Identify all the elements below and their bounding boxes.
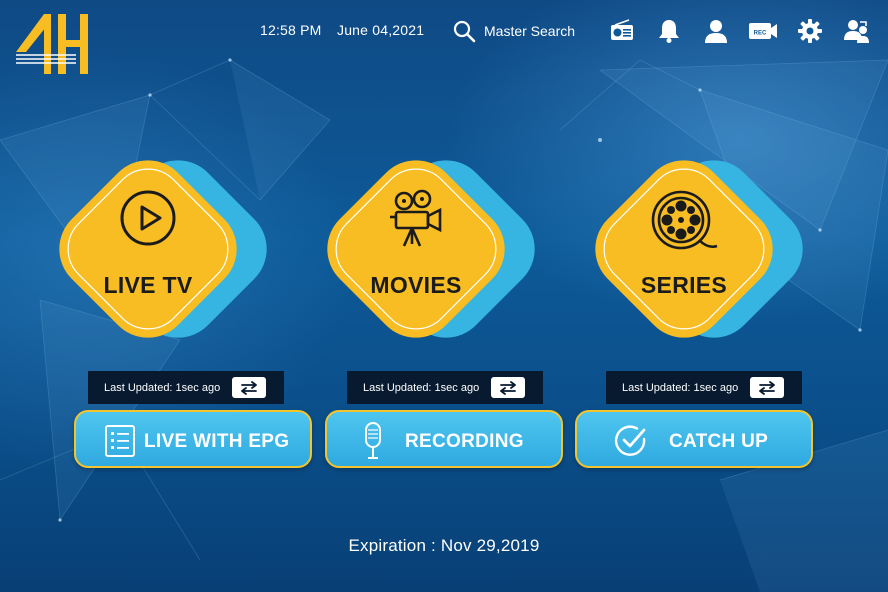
- movies-last-updated: Last Updated: 1sec ago: [363, 381, 480, 394]
- settings-button[interactable]: [796, 17, 824, 45]
- gear-icon: [798, 19, 822, 43]
- notifications-button[interactable]: [655, 17, 683, 45]
- bell-icon: [659, 20, 679, 43]
- series-refresh-button[interactable]: [750, 377, 784, 398]
- switch-user-button[interactable]: [843, 17, 871, 45]
- epg-list-icon: [105, 425, 135, 457]
- refresh-arrows-icon: [500, 380, 516, 395]
- movies-icon-wrap: [316, 188, 516, 248]
- user-icon: [705, 20, 727, 43]
- series-last-updated: Last Updated: 1sec ago: [622, 381, 739, 394]
- catch-up-label: CATCH UP: [669, 431, 769, 452]
- clock-time: 12:58 PM: [260, 22, 322, 38]
- search-icon: [453, 20, 476, 43]
- movies-tile-shape: [327, 160, 535, 338]
- movies-update-bar: Last Updated: 1sec ago: [347, 371, 543, 404]
- check-circle-icon-wrap: [613, 423, 649, 459]
- play-icon: [120, 190, 176, 246]
- switch-user-icon: [844, 20, 869, 43]
- series-tile-shape: [595, 160, 803, 338]
- live-with-epg-label: LIVE WITH EPG: [144, 431, 290, 452]
- refresh-arrows-icon: [241, 380, 257, 395]
- profile-button[interactable]: [702, 17, 730, 45]
- live-tv-last-updated: Last Updated: 1sec ago: [104, 381, 221, 394]
- recording-button[interactable]: RECORDING: [325, 410, 563, 468]
- rec-camera-icon: REC: [749, 23, 777, 39]
- film-reel-icon: [651, 190, 718, 250]
- series-icon-wrap: [584, 188, 784, 254]
- live-tv-tile-shape: [59, 160, 267, 338]
- movies-refresh-button[interactable]: [491, 377, 525, 398]
- movie-camera-icon: [390, 189, 442, 247]
- movies-label: MOVIES: [370, 272, 462, 298]
- catch-up-button[interactable]: CATCH UP: [575, 410, 813, 468]
- rec-badge-text: REC: [754, 31, 767, 37]
- live-tv-label: LIVE TV: [103, 272, 193, 298]
- live-tv-tile[interactable]: LIVE TV: [48, 136, 296, 372]
- recording-label: RECORDING: [405, 431, 524, 452]
- brand-logo: [16, 14, 88, 74]
- live-with-epg-button[interactable]: LIVE WITH EPG: [74, 410, 312, 468]
- current-date: June 04,2021: [337, 22, 425, 38]
- refresh-arrows-icon: [759, 380, 775, 395]
- series-update-bar: Last Updated: 1sec ago: [606, 371, 802, 404]
- record-camera-button[interactable]: REC: [748, 17, 778, 45]
- live-tv-update-bar: Last Updated: 1sec ago: [88, 371, 284, 404]
- check-circle-icon: [614, 425, 646, 456]
- radio-icon: [611, 19, 633, 40]
- master-search-button[interactable]: Master Search: [452, 17, 575, 45]
- live-tv-icon-wrap: [48, 188, 248, 248]
- radio-button[interactable]: [608, 17, 636, 45]
- microphone-icon: [365, 422, 381, 459]
- master-search-label: Master Search: [484, 23, 576, 39]
- epg-list-icon-wrap: [102, 423, 138, 459]
- series-tile[interactable]: SERIES: [584, 136, 832, 372]
- series-label: SERIES: [640, 272, 728, 298]
- live-tv-refresh-button[interactable]: [232, 377, 266, 398]
- movies-tile[interactable]: MOVIES: [316, 136, 564, 372]
- microphone-icon-wrap: [355, 422, 391, 459]
- expiration-text: Expiration : Nov 29,2019: [348, 536, 540, 555]
